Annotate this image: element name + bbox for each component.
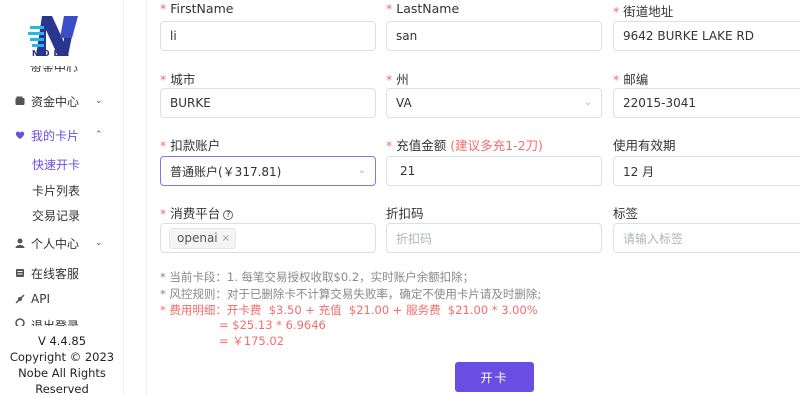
wallet-icon <box>15 96 25 106</box>
chevron-down-icon: ⌄ <box>95 96 103 106</box>
account-label: * 扣款账户 <box>160 138 221 153</box>
chevron-up-icon: ⌃ <box>95 130 103 140</box>
nav-item-label: 资金中心 <box>31 94 80 109</box>
zip-label: * 邮编 <box>613 72 649 87</box>
city-label: * 城市 <box>160 72 196 87</box>
nav-item-personal[interactable]: 个人中心 ⌄ <box>0 231 123 255</box>
discount-field[interactable]: 折扣码 <box>386 223 602 253</box>
platform-label: * 消费平台? <box>160 203 234 222</box>
nav-item-logout[interactable]: 退出登录 <box>0 314 123 326</box>
amount-label: * 充值金额 (建议多充1-2刀) <box>386 138 543 153</box>
chevron-down-icon: ⌄ <box>583 97 592 108</box>
main-form: * FirstName * LastName * 街道地址 li san 9642 B… <box>146 0 800 395</box>
street-field[interactable]: 9642 BURKE LAKE RD <box>613 21 800 51</box>
note-card-segment: * 当前卡段：1. 每笔交易授权收取$0.2，实时账户余额扣除； <box>160 270 475 284</box>
last-name-label: * LastName <box>386 1 460 16</box>
last-name-field[interactable]: san <box>386 21 602 51</box>
tags-field[interactable]: 请输入标签 <box>613 223 800 253</box>
support-icon <box>15 268 25 278</box>
state-label: * 州 <box>386 72 409 87</box>
sub-item-quick-open[interactable]: 快速开卡 <box>32 156 80 173</box>
rights-text: Nobe All Rights <box>18 366 106 380</box>
note-fee-usd: = $25.13 * 6.9646 <box>219 318 326 332</box>
first-name-field[interactable]: li <box>160 21 376 51</box>
nav-item-label: API <box>31 292 50 306</box>
account-select[interactable]: 普通账户(￥317.81) ⌄ <box>160 156 376 186</box>
logo-wordmark: NOBE <box>32 49 74 58</box>
state-select[interactable]: VA ⌄ <box>386 88 602 118</box>
user-icon <box>15 238 25 248</box>
sub-item-transactions[interactable]: 交易记录 <box>32 207 80 224</box>
city-field[interactable]: BURKE <box>160 88 376 118</box>
chevron-down-icon: ⌄ <box>357 165 366 176</box>
note-risk-rules: * 风控规则：对于已删除卡不计算交易失败率，确定不使用卡片请及时删除; <box>160 287 542 301</box>
validity-label: 使用有效期 <box>613 138 676 153</box>
nav-item-support[interactable]: 在线客服 <box>0 261 123 285</box>
platform-tag: openai × <box>169 227 237 249</box>
open-card-button[interactable]: 开卡 <box>455 362 534 392</box>
copyright-text: Copyright © 2023 <box>9 350 115 364</box>
zip-field[interactable]: 22015-3041 <box>613 88 800 118</box>
street-label: * 街道地址 <box>613 4 674 19</box>
sub-item-card-list[interactable]: 卡片列表 <box>32 182 80 199</box>
nav-item-api[interactable]: API <box>0 287 123 311</box>
amount-hint: (建议多充1-2刀) <box>450 138 543 153</box>
nav-item-my-cards[interactable]: 我的卡片 ⌃ <box>0 123 123 147</box>
sidebar: NOBE 资金中心 资金中心 ⌄ 我的卡片 ⌃ 快速开卡 卡片列表 交易记录 个… <box>0 0 124 395</box>
platform-select[interactable]: openai × <box>160 223 376 253</box>
nav-item-label: 个人中心 <box>31 236 80 251</box>
nav-item-label: 退出登录 <box>31 319 80 326</box>
scrolled-menu-label: 资金中心 <box>30 66 78 72</box>
amount-field[interactable]: 21 <box>386 156 602 186</box>
card-icon <box>15 130 25 140</box>
tags-label: 标签 <box>613 206 639 221</box>
help-icon[interactable]: ? <box>223 209 234 220</box>
api-icon <box>15 294 25 304</box>
note-fee-cny: = ￥175.02 <box>219 334 285 348</box>
chevron-down-icon: ⌄ <box>95 238 103 248</box>
note-fee-detail: * 费用明细：开卡费 $3.50 + 充值 $21.00 + 服务费 $21.0… <box>160 303 538 317</box>
nav-item-label: 在线客服 <box>31 266 80 281</box>
validity-field[interactable]: 12 月 <box>613 156 800 186</box>
first-name-label: * FirstName <box>160 1 234 16</box>
version-text: V 4.4.85 <box>37 334 87 348</box>
discount-label: 折扣码 <box>386 206 424 221</box>
nav-item-funds[interactable]: 资金中心 ⌄ <box>0 89 123 113</box>
logout-icon <box>15 318 25 326</box>
close-icon[interactable]: × <box>222 233 230 244</box>
nav-item-label: 我的卡片 <box>31 128 80 143</box>
rights-text-2: Reserved <box>35 382 89 395</box>
